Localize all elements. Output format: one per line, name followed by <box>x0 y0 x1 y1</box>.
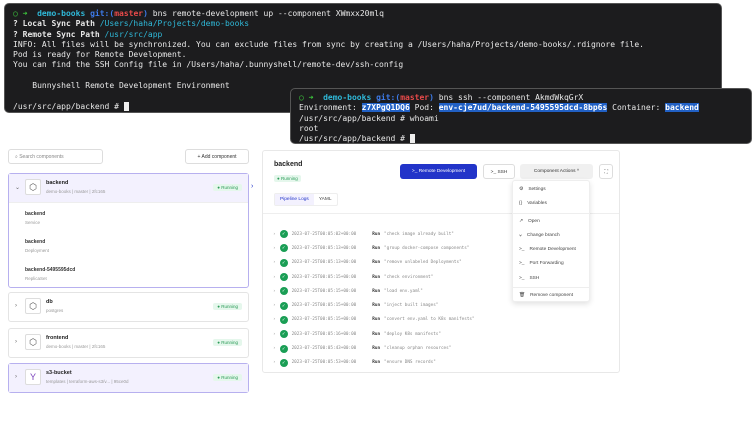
component-actions-button[interactable]: Component Actions ^ <box>520 164 593 179</box>
chevron-right-icon[interactable]: › <box>273 317 276 322</box>
check-circle-icon: ✓ <box>279 230 288 239</box>
pipeline-logs: › ✓ 2023-07-25T00:05:02+00:00 Run "check ima… <box>273 227 475 370</box>
terminal-icon: >_ <box>519 261 525 267</box>
trash-icon: 🗑 <box>519 293 526 299</box>
check-circle-icon: ✓ <box>279 344 288 353</box>
divider <box>513 287 589 289</box>
chevron-right-icon: › <box>251 183 254 190</box>
terminal-icon: >_ <box>519 275 525 281</box>
terraform-icon: Y <box>25 369 41 385</box>
resource-item[interactable]: backend Service <box>25 203 248 231</box>
log-row[interactable]: › ✓ 2023-07-25T00:05:43+00:00 Run "cleanup o… <box>273 341 475 355</box>
component-actions-menu: ⚙ Settings{} Variables ↗ Open ⑂ Change branch >… <box>512 180 590 302</box>
chevron-right-icon[interactable]: › <box>273 303 276 308</box>
chevron-right-icon[interactable]: › <box>273 275 276 280</box>
log-row[interactable]: › ✓ 2023-07-25T00:05:16+00:00 Run "deploy K8… <box>273 327 475 341</box>
chevron-down-icon[interactable]: ⌄ <box>15 184 20 191</box>
log-row[interactable]: › ✓ 2023-07-25T00:05:13+00:00 Run "remove un… <box>273 256 475 270</box>
chevron-right-icon[interactable]: › <box>15 303 17 309</box>
check-circle-icon: ✓ <box>279 301 288 310</box>
status-badge: ● Running <box>213 303 242 310</box>
chevron-right-icon[interactable]: › <box>273 289 276 294</box>
status-badge: ● Running <box>213 184 242 191</box>
log-row[interactable]: › ✓ 2023-07-25T00:05:15+00:00 Run "convert e… <box>273 313 475 327</box>
branch-icon: ⑂ <box>519 233 522 239</box>
menu-item-variables[interactable]: {} Variables <box>513 197 589 211</box>
chevron-right-icon[interactable]: › <box>273 332 276 337</box>
tab-yaml[interactable]: YAML <box>314 194 337 205</box>
component-card-s3-bucket[interactable]: › Y s3-bucket templates | terraform-aws-s3… <box>8 363 249 393</box>
ssh-button[interactable]: >_ SSH <box>483 164 515 179</box>
cube-icon: ⬡ <box>25 334 41 350</box>
search-input[interactable]: ⌕ Search components <box>8 149 103 164</box>
log-row[interactable]: › ✓ 2023-07-25T00:05:15+00:00 Run "check env… <box>273 270 475 284</box>
menu-item-remove-component[interactable]: 🗑 Remove component <box>513 289 589 303</box>
status-badge: ● Running <box>213 374 242 381</box>
menu-item-port-forwarding[interactable]: >_ Port Forwarding <box>513 257 589 271</box>
tab-pipeline-logs[interactable]: Pipeline Logs <box>275 194 314 205</box>
chevron-right-icon[interactable]: › <box>273 232 276 237</box>
remote-development-button[interactable]: >_ Remote Development <box>400 164 477 179</box>
check-circle-icon: ✓ <box>279 273 288 282</box>
resource-item[interactable]: backend-5495595dcd ReplicaSet <box>25 259 248 287</box>
menu-item-change-branch[interactable]: ⑂ Change branch <box>513 229 589 243</box>
check-circle-icon: ✓ <box>279 315 288 324</box>
component-card-backend[interactable]: ⌄ ⬡ backend demo-books | master | 2fc165… <box>8 173 249 288</box>
component-card-db[interactable]: › ⬡ db postgres ● Running <box>8 292 249 322</box>
resource-item[interactable]: backend Deployment <box>25 231 248 259</box>
chevron-right-icon[interactable]: › <box>15 374 17 380</box>
chevron-right-icon[interactable]: › <box>273 346 276 351</box>
fullscreen-icon[interactable]: ⛶ <box>599 164 613 179</box>
menu-item-ssh[interactable]: >_ SSH <box>513 272 589 286</box>
gear-icon: ⚙ <box>519 187 524 192</box>
component-card-frontend[interactable]: › ⬡ frontend demo-books | master | 2fc165 … <box>8 328 249 358</box>
cube-icon: ⬡ <box>25 179 41 195</box>
chevron-right-icon[interactable]: › <box>273 260 276 265</box>
search-icon: ⌕ <box>15 154 18 160</box>
page-title: backend <box>274 161 303 168</box>
check-circle-icon: ✓ <box>279 244 288 253</box>
log-row[interactable]: › ✓ 2023-07-25T00:05:13+00:00 Run "group doc… <box>273 241 475 255</box>
check-circle-icon: ✓ <box>279 358 288 367</box>
divider <box>513 212 589 214</box>
status-badge: ● Running <box>274 175 301 182</box>
log-row[interactable]: › ✓ 2023-07-25T00:05:15+00:00 Run "load env.… <box>273 284 475 298</box>
tabs: Pipeline Logs YAML <box>274 193 338 206</box>
terminal-ssh: ○ ➜ demo-books git:(master) bns ssh --co… <box>290 88 752 144</box>
external-link-icon: ↗ <box>519 218 524 224</box>
chevron-right-icon[interactable]: › <box>273 246 276 251</box>
check-circle-icon: ✓ <box>279 258 288 267</box>
menu-item-open[interactable]: ↗ Open <box>513 215 589 229</box>
check-circle-icon: ✓ <box>279 330 288 339</box>
cursor <box>123 101 129 111</box>
cube-icon: ⬡ <box>25 298 41 314</box>
status-badge: ● Running <box>213 339 242 346</box>
cursor <box>409 134 415 144</box>
add-component-button[interactable]: + Add component <box>185 149 249 164</box>
check-circle-icon: ✓ <box>279 287 288 296</box>
menu-item-remote-development[interactable]: >_ Remote Development <box>513 243 589 257</box>
menu-item-settings[interactable]: ⚙ Settings <box>513 183 589 197</box>
log-row[interactable]: › ✓ 2023-07-25T00:05:02+00:00 Run "check ima… <box>273 227 475 241</box>
chevron-right-icon[interactable]: › <box>15 339 17 345</box>
variables-icon: {} <box>519 201 523 207</box>
log-row[interactable]: › ✓ 2023-07-25T00:05:15+00:00 Run "inject bu… <box>273 298 475 312</box>
chevron-right-icon[interactable]: › <box>273 360 276 365</box>
terminal-icon: >_ <box>519 247 525 253</box>
log-row[interactable]: › ✓ 2023-07-25T00:05:53+00:00 Run "ensure DN… <box>273 356 475 370</box>
